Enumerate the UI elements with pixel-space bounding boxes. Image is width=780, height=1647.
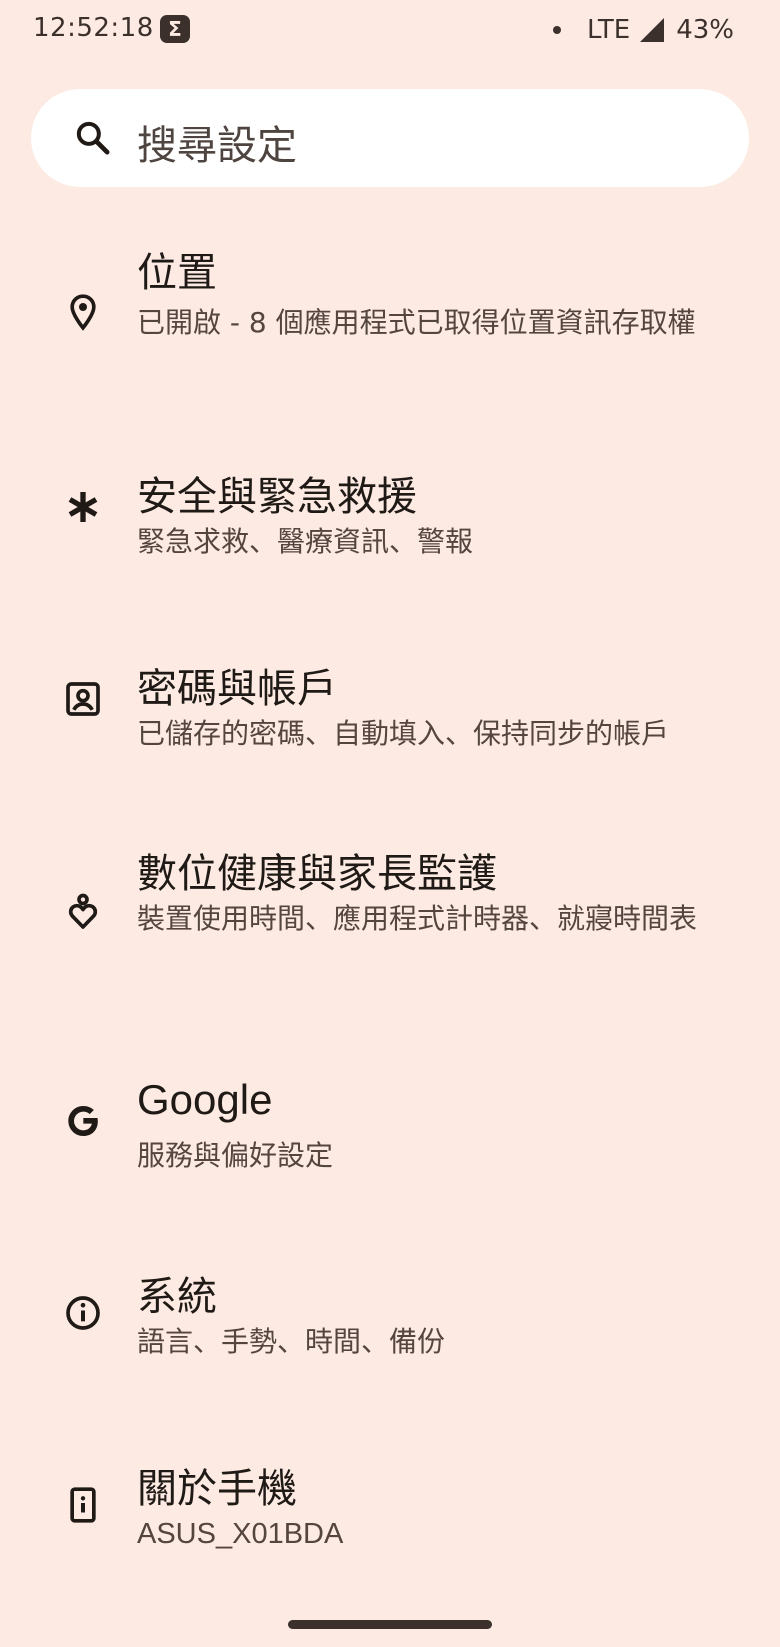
status-indicators: LTE 43% <box>552 13 734 47</box>
setting-title: Google <box>137 1076 273 1123</box>
setting-item-system[interactable]: 系統 語言、手勢、時間、備份 <box>0 1260 780 1390</box>
search-input-placeholder: 搜尋設定 <box>137 123 297 169</box>
status-time: 12:52:18 <box>33 13 154 43</box>
setting-subtitle: 已開啟 - 8 個應用程式已取得位置資訊存取權 <box>137 306 696 339</box>
location-pin-icon <box>63 292 103 332</box>
sigma-app-icon: Σ <box>160 15 190 43</box>
notification-dot-icon <box>552 26 561 34</box>
asterisk-icon <box>63 487 103 527</box>
account-box-icon <box>63 679 103 719</box>
search-settings-bar[interactable]: 搜尋設定 <box>31 89 749 187</box>
setting-subtitle: 服務與偏好設定 <box>137 1139 334 1172</box>
setting-subtitle: 緊急求救、醫療資訊、警報 <box>137 525 474 558</box>
setting-item-google[interactable]: Google 服務與偏好設定 <box>0 1066 780 1196</box>
setting-item-passwords-accounts[interactable]: 密碼與帳戶 已儲存的密碼、自動填入、保持同步的帳戶 <box>0 652 780 782</box>
battery-percent: 43% <box>676 15 734 45</box>
setting-subtitle: 語言、手勢、時間、備份 <box>137 1325 446 1358</box>
network-type: LTE <box>586 15 631 45</box>
setting-item-digital-wellbeing[interactable]: 數位健康與家長監護 裝置使用時間、應用程式計時器、就寢時間表 <box>0 834 780 1014</box>
setting-item-location[interactable]: 位置 已開啟 - 8 個應用程式已取得位置資訊存取權 <box>0 230 780 420</box>
setting-title: 安全與緊急救援 <box>137 474 417 520</box>
info-icon <box>63 1293 103 1333</box>
signal-strength-icon <box>640 18 665 42</box>
setting-title: 關於手機 <box>137 1466 297 1512</box>
setting-title: 密碼與帳戶 <box>137 666 337 712</box>
google-g-icon <box>63 1101 103 1141</box>
home-gesture-bar[interactable] <box>288 1620 492 1629</box>
setting-item-about-phone[interactable]: 關於手機 ASUS_X01BDA <box>0 1452 780 1582</box>
phone-info-icon <box>63 1485 103 1525</box>
setting-title: 位置 <box>137 250 217 296</box>
setting-subtitle: ASUS_X01BDA <box>137 1518 344 1550</box>
setting-item-safety[interactable]: 安全與緊急救援 緊急求救、醫療資訊、警報 <box>0 460 780 590</box>
setting-title: 數位健康與家長監護 <box>137 851 497 897</box>
setting-subtitle: 裝置使用時間、應用程式計時器、就寢時間表 <box>137 902 698 935</box>
setting-title: 系統 <box>137 1274 217 1320</box>
status-bar: 12:52:18 Σ LTE 43% <box>0 0 780 60</box>
setting-subtitle: 已儲存的密碼、自動填入、保持同步的帳戶 <box>137 717 670 750</box>
search-icon <box>73 118 113 158</box>
wellbeing-icon <box>63 892 103 932</box>
